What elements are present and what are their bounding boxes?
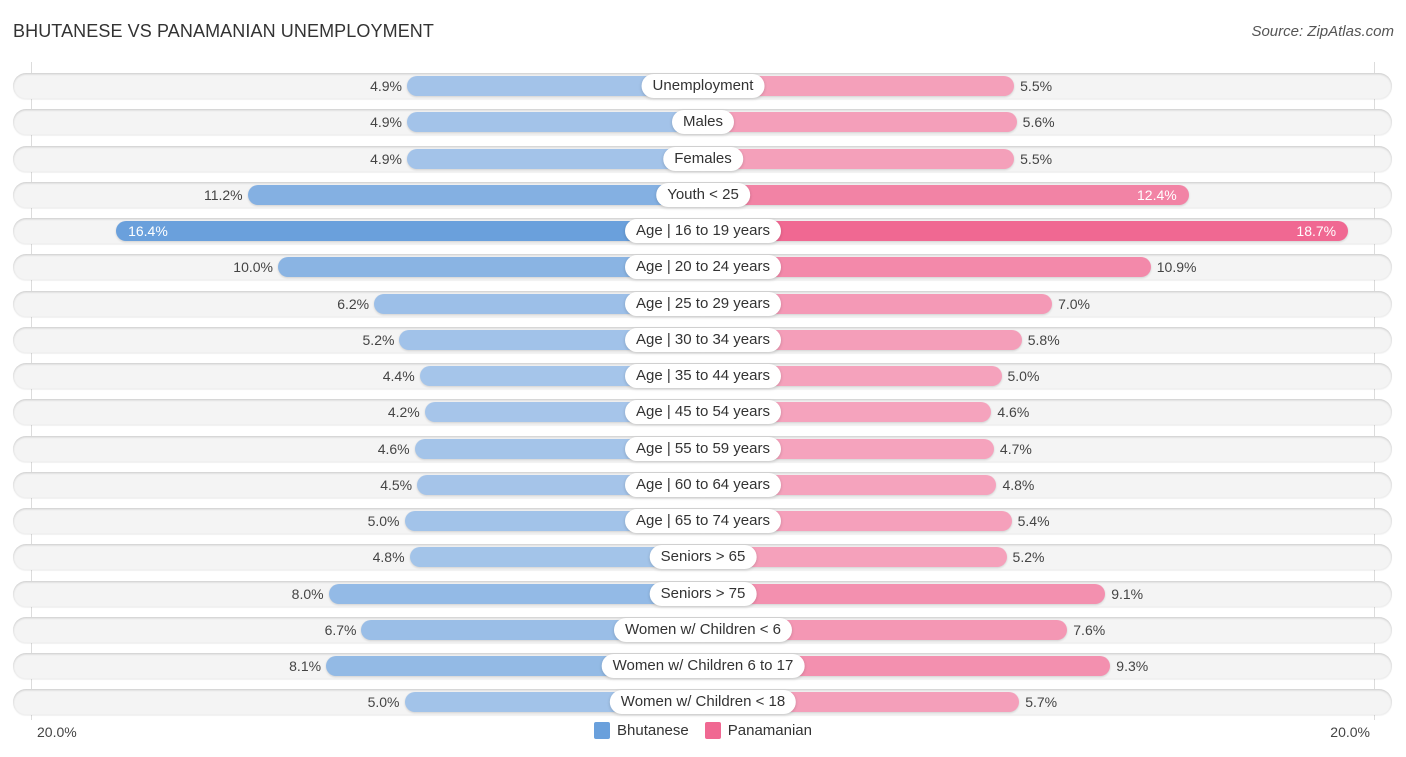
- value-label-panamanian: 5.6%: [1022, 114, 1055, 131]
- bar-bhutanese: [407, 148, 703, 169]
- bar-bhutanese: [407, 112, 703, 133]
- value-label-bhutanese: 4.4%: [382, 368, 415, 384]
- value-label-panamanian: 4.8%: [1002, 476, 1035, 493]
- category-label: Age | 16 to 19 years: [625, 219, 781, 243]
- bar-panamanian: [703, 112, 1017, 133]
- category-label: Females: [663, 146, 743, 171]
- value-label-panamanian: 4.6%: [997, 404, 1030, 421]
- category-label: Age | 30 to 34 years: [625, 327, 781, 352]
- value-label-panamanian: 5.4%: [1017, 513, 1050, 529]
- value-label-panamanian: 18.7%: [1296, 223, 1337, 239]
- value-label-bhutanese: 4.9%: [370, 114, 403, 131]
- value-label-panamanian: 5.5%: [1020, 150, 1053, 167]
- value-label-panamanian: 7.6%: [1073, 621, 1106, 638]
- value-label-bhutanese: 5.0%: [367, 513, 400, 529]
- chart-title: BHUTANESE VS PANAMANIAN UNEMPLOYMENT: [13, 21, 435, 41]
- value-label-panamanian: 12.4%: [1137, 186, 1177, 203]
- value-label-bhutanese: 4.9%: [370, 150, 403, 167]
- bar-bhutanese: [328, 583, 703, 604]
- category-label: Males: [671, 110, 735, 135]
- value-label-bhutanese: 4.5%: [380, 476, 413, 493]
- legend-item-bhutanese[interactable]: Bhutanese: [594, 722, 689, 739]
- value-label-bhutanese: 8.1%: [289, 658, 322, 674]
- value-label-bhutanese: 4.6%: [377, 440, 410, 457]
- category-label: Age | 60 to 64 years: [625, 472, 781, 497]
- value-label-bhutanese: 5.0%: [367, 694, 400, 711]
- value-label-bhutanese: 6.7%: [324, 621, 357, 638]
- value-label-bhutanese: 4.2%: [387, 404, 420, 421]
- value-label-bhutanese: 11.2%: [203, 186, 243, 203]
- category-label: Age | 35 to 44 years: [625, 364, 781, 388]
- value-label-bhutanese: 5.2%: [362, 331, 395, 348]
- bar-panamanian: [703, 221, 1349, 241]
- category-label: Women w/ Children < 18: [609, 690, 797, 715]
- category-label: Age | 55 to 59 years: [625, 436, 781, 461]
- value-label-panamanian: 5.2%: [1012, 549, 1045, 566]
- value-label-bhutanese: 16.4%: [128, 223, 168, 239]
- legend: Bhutanese Panamanian: [0, 722, 1406, 739]
- value-label-bhutanese: 8.0%: [291, 585, 324, 602]
- value-label-panamanian: 4.7%: [999, 440, 1032, 457]
- value-label-panamanian: 7.0%: [1058, 295, 1091, 312]
- value-label-bhutanese: 10.0%: [233, 259, 273, 276]
- legend-swatch-bhutanese: [594, 722, 611, 739]
- category-label: Women w/ Children 6 to 17: [601, 654, 805, 678]
- bar-panamanian: [703, 583, 1106, 604]
- category-label: Unemployment: [641, 74, 765, 98]
- category-label: Seniors > 75: [649, 581, 757, 606]
- value-label-bhutanese: 6.2%: [337, 295, 370, 312]
- category-label: Women w/ Children < 6: [613, 617, 793, 642]
- bar-bhutanese: [116, 221, 703, 241]
- legend-label-panamanian: Panamanian: [727, 722, 812, 739]
- bar-bhutanese: [247, 184, 703, 205]
- value-label-panamanian: 9.1%: [1111, 585, 1144, 602]
- category-label: Age | 45 to 54 years: [625, 400, 781, 425]
- bar-panamanian: [703, 184, 1189, 205]
- value-label-panamanian: 5.0%: [1007, 368, 1040, 384]
- value-label-panamanian: 10.9%: [1156, 259, 1197, 276]
- value-label-bhutanese: 4.8%: [372, 549, 405, 566]
- legend-label-bhutanese: Bhutanese: [617, 722, 689, 739]
- category-label: Age | 25 to 29 years: [625, 291, 781, 316]
- value-label-panamanian: 9.3%: [1116, 658, 1149, 674]
- bar-panamanian: [703, 148, 1015, 169]
- category-label: Seniors > 65: [649, 545, 757, 570]
- legend-item-panamanian[interactable]: Panamanian: [704, 722, 812, 739]
- category-label: Youth < 25: [656, 182, 750, 207]
- value-label-panamanian: 5.7%: [1025, 694, 1058, 711]
- category-label: Age | 20 to 24 years: [625, 255, 781, 280]
- legend-swatch-panamanian: [704, 722, 721, 739]
- source-credit: Source: ZipAtlas.com: [1251, 23, 1394, 40]
- value-label-panamanian: 5.5%: [1020, 78, 1053, 94]
- value-label-bhutanese: 4.9%: [370, 78, 403, 94]
- value-label-panamanian: 5.8%: [1027, 331, 1060, 348]
- category-label: Age | 65 to 74 years: [625, 509, 781, 533]
